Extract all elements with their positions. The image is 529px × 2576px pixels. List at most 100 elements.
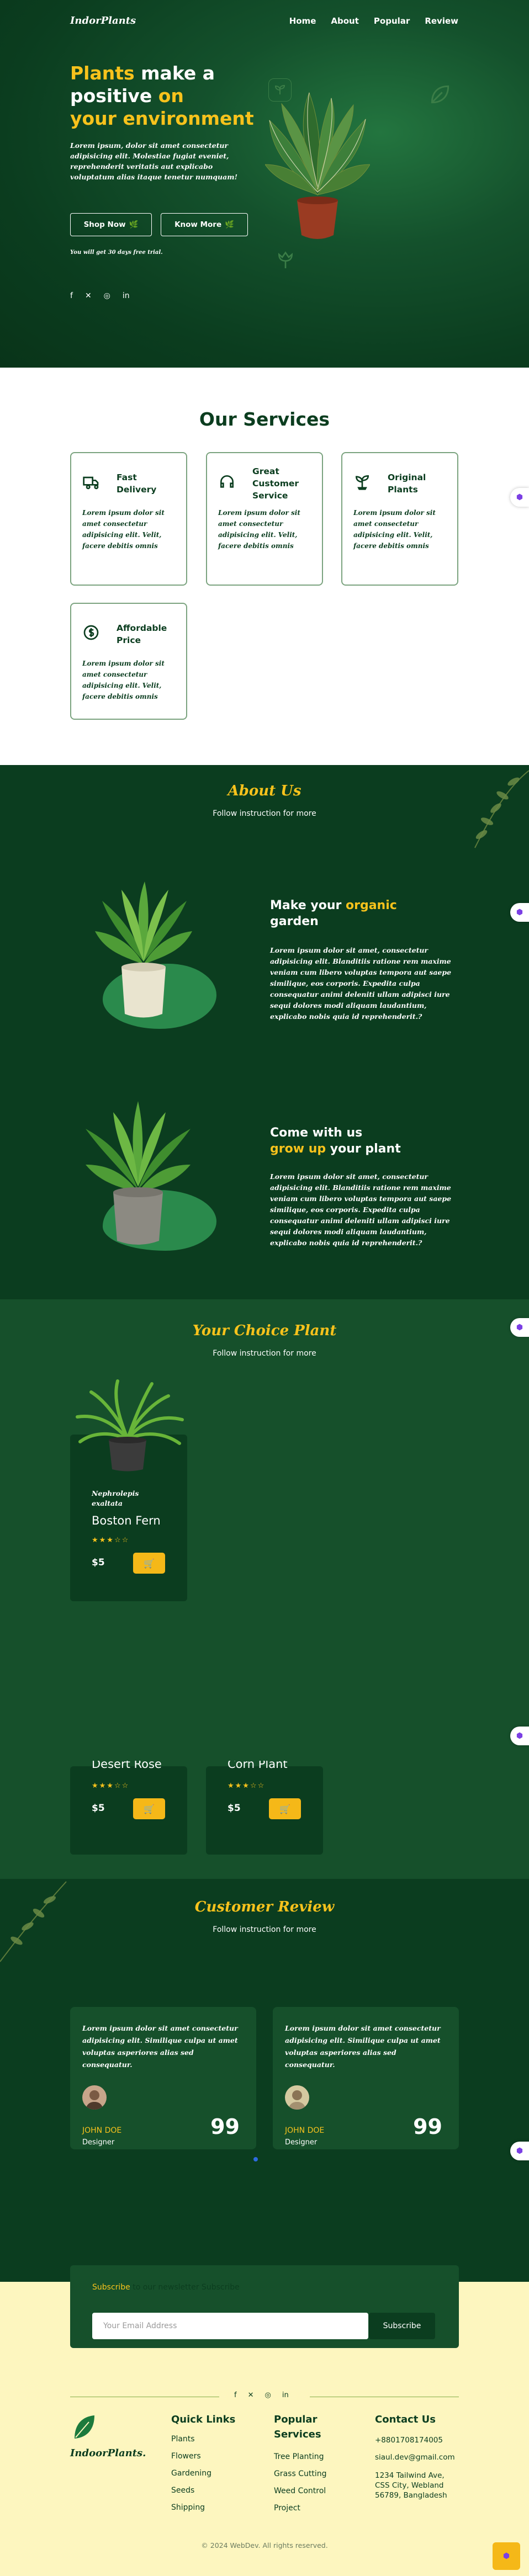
popular-services-title: Popular Services — [274, 2414, 321, 2440]
shop-now-button[interactable]: Shop Now 🌿 — [70, 213, 152, 236]
product-card[interactable]: Corn Plant ★★★☆☆ $5 🛒 — [206, 1761, 323, 1855]
about-row2-heading: Come with us grow up your plant — [270, 1125, 401, 1157]
about-section: About Us Follow instruction for more ⬢ M… — [0, 765, 529, 1299]
quick-links-list: Plants Flowers Gardening Seeds Shipping — [171, 2431, 211, 2516]
review-card: Lorem ipsum dolor sit amet consectetur a… — [273, 2007, 459, 2149]
about-row2-desc: Lorem ipsum dolor sit amet, consectetur … — [270, 1172, 452, 1247]
cart-icon[interactable]: 🛒 — [133, 1798, 165, 1819]
subscribe-button[interactable]: Subscribe — [369, 2313, 435, 2339]
service-card[interactable]: Original Plants Lorem ipsum dolor sit am… — [341, 452, 458, 586]
hero-title-highlight: on — [158, 85, 184, 107]
footer-link[interactable]: Grass Cutting — [274, 2466, 327, 2483]
hero-title-highlight: your environment — [70, 108, 254, 129]
nav-review[interactable]: Review — [425, 16, 458, 26]
floating-widget-icon[interactable]: ⬢ — [510, 1318, 529, 1337]
product-price: $5 — [92, 1557, 105, 1568]
reviewer-name: JOHN DOE — [285, 2126, 325, 2135]
potted-plant-image — [95, 881, 192, 1018]
facebook-icon[interactable]: f — [234, 2391, 237, 2399]
nav-about[interactable]: About — [331, 16, 359, 26]
reviewer-role: Designer — [285, 2138, 318, 2147]
contact-address: 1234 Tailwind Ave, CSS City, Webland 567… — [375, 2471, 447, 2500]
site-logo[interactable]: IndorPlants — [70, 15, 136, 26]
hero-description: Lorem ipsum, dolor sit amet consectetur … — [70, 141, 237, 181]
newsletter-label-highlight: Subscribe — [92, 2283, 130, 2292]
service-card[interactable]: Fast Delivery Lorem ipsum dolor sit amet… — [70, 452, 187, 586]
floating-widget-icon[interactable]: ⬢ — [510, 488, 529, 507]
know-more-button[interactable]: Know More 🌿 — [161, 213, 248, 236]
contact-email[interactable]: siaul.dev@gmail.com — [375, 2449, 455, 2466]
review-text: Lorem ipsum dolor sit amet consectetur a… — [285, 2024, 441, 2069]
service-card[interactable]: Great Customer Service Lorem ipsum dolor… — [206, 452, 323, 586]
x-icon[interactable]: ✕ — [248, 2391, 254, 2399]
linkedin-icon[interactable]: in — [123, 291, 130, 300]
footer-link[interactable]: Gardening — [171, 2465, 211, 2482]
scroll-top-button[interactable]: ⬢ — [493, 2542, 520, 2570]
hero-title-part: make a — [134, 62, 215, 84]
cart-icon[interactable]: 🛒 — [269, 1798, 301, 1819]
copyright: © 2024 WebDev. All rights reserved. — [201, 2541, 328, 2550]
headset-icon — [220, 475, 234, 488]
branch-deco-image — [474, 770, 529, 848]
leaf-icon: 🌿 — [129, 220, 139, 229]
footer-link[interactable]: Project — [274, 2500, 327, 2517]
footer-link[interactable]: Seeds — [171, 2482, 211, 2499]
carousel-dot[interactable] — [253, 2157, 258, 2161]
service-title: Original Plants — [388, 472, 426, 495]
newsletter-label: Subscribe to our newsletter Subscribe — [92, 2283, 240, 2292]
shop-now-label: Shop Now — [83, 220, 126, 229]
nav-home[interactable]: Home — [289, 16, 316, 26]
footer-section: Subscribe to our newsletter Subscribe Yo… — [0, 2265, 529, 2576]
floating-widget-icon[interactable]: ⬢ — [510, 903, 529, 922]
choice-title: Your Choice Plant — [192, 1322, 337, 1339]
know-more-label: Know More — [174, 220, 222, 229]
x-icon[interactable]: ✕ — [85, 291, 92, 300]
nav-popular[interactable]: Popular — [374, 16, 410, 26]
newsletter-box: Subscribe to our newsletter Subscribe Yo… — [70, 2265, 459, 2348]
footer-link[interactable]: Plants — [171, 2431, 211, 2448]
hero-section: IndorPlants Home About Popular Review Pl… — [0, 0, 529, 368]
hero-title-part: positive — [70, 85, 158, 107]
reviewer-name: JOHN DOE — [82, 2126, 122, 2135]
footer-link[interactable]: Shipping — [171, 2499, 211, 2516]
contact-title: Contact Us — [375, 2414, 436, 2425]
sprout-icon — [355, 475, 369, 490]
footer-link[interactable]: Weed Control — [274, 2483, 327, 2500]
services-section: Our Services Fast Delivery Lorem ipsum d… — [0, 368, 529, 765]
choice-section: Your Choice Plant Follow instruction for… — [0, 1299, 529, 1879]
floating-widget-icon[interactable]: ⬢ — [510, 2142, 529, 2160]
footer-social-links: f ✕ ◎ in — [234, 2391, 289, 2399]
heading-part: Make your — [270, 899, 346, 912]
cart-icon[interactable]: 🛒 — [133, 1553, 165, 1574]
branch-deco-image — [0, 1881, 67, 1962]
service-card[interactable]: Affordable Price Lorem ipsum dolor sit a… — [70, 603, 187, 720]
about-row1-heading: Make your organic garden — [270, 897, 397, 930]
heading-highlight: organic — [345, 899, 397, 912]
facebook-icon[interactable]: f — [70, 291, 73, 300]
heading-part: garden — [270, 915, 319, 928]
linkedin-icon[interactable]: in — [282, 2391, 289, 2399]
contact-phone[interactable]: +8801708174005 — [375, 2432, 443, 2449]
footer-link[interactable]: Flowers — [171, 2448, 211, 2465]
popular-services-list: Tree Planting Grass Cutting Weed Control… — [274, 2448, 327, 2517]
heading-part: your plant — [326, 1142, 401, 1156]
floating-widget-icon[interactable]: ⬢ — [510, 1727, 529, 1745]
instagram-icon[interactable]: ◎ — [264, 2391, 271, 2399]
trial-note: You will get 30 days free trial. — [70, 249, 163, 256]
choice-subtitle: Follow instruction for more — [213, 1349, 316, 1358]
footer-link[interactable]: Tree Planting — [274, 2448, 327, 2466]
avatar — [82, 2085, 107, 2110]
review-section: Customer Review Follow instruction for m… — [0, 1879, 529, 2265]
review-text: Lorem ipsum dolor sit amet consectetur a… — [82, 2024, 238, 2069]
product-price: $5 — [228, 1803, 241, 1814]
main-nav: Home About Popular Review — [289, 16, 458, 26]
service-desc: Lorem ipsum dolor sit amet consectetur a… — [82, 509, 165, 550]
potted-plant-image — [86, 1101, 191, 1245]
fern-plant-image — [76, 1379, 184, 1472]
email-input[interactable]: Your Email Address — [92, 2313, 368, 2339]
hero-social-links: f ✕ ◎ in — [70, 291, 130, 300]
instagram-icon[interactable]: ◎ — [104, 291, 110, 300]
hero-title: Plants make a positive on your environme… — [70, 62, 269, 130]
footer-logo[interactable]: IndoorPlants. — [70, 2447, 146, 2459]
product-card[interactable]: Desert Rose ★★★☆☆ $5 🛒 — [70, 1761, 187, 1855]
